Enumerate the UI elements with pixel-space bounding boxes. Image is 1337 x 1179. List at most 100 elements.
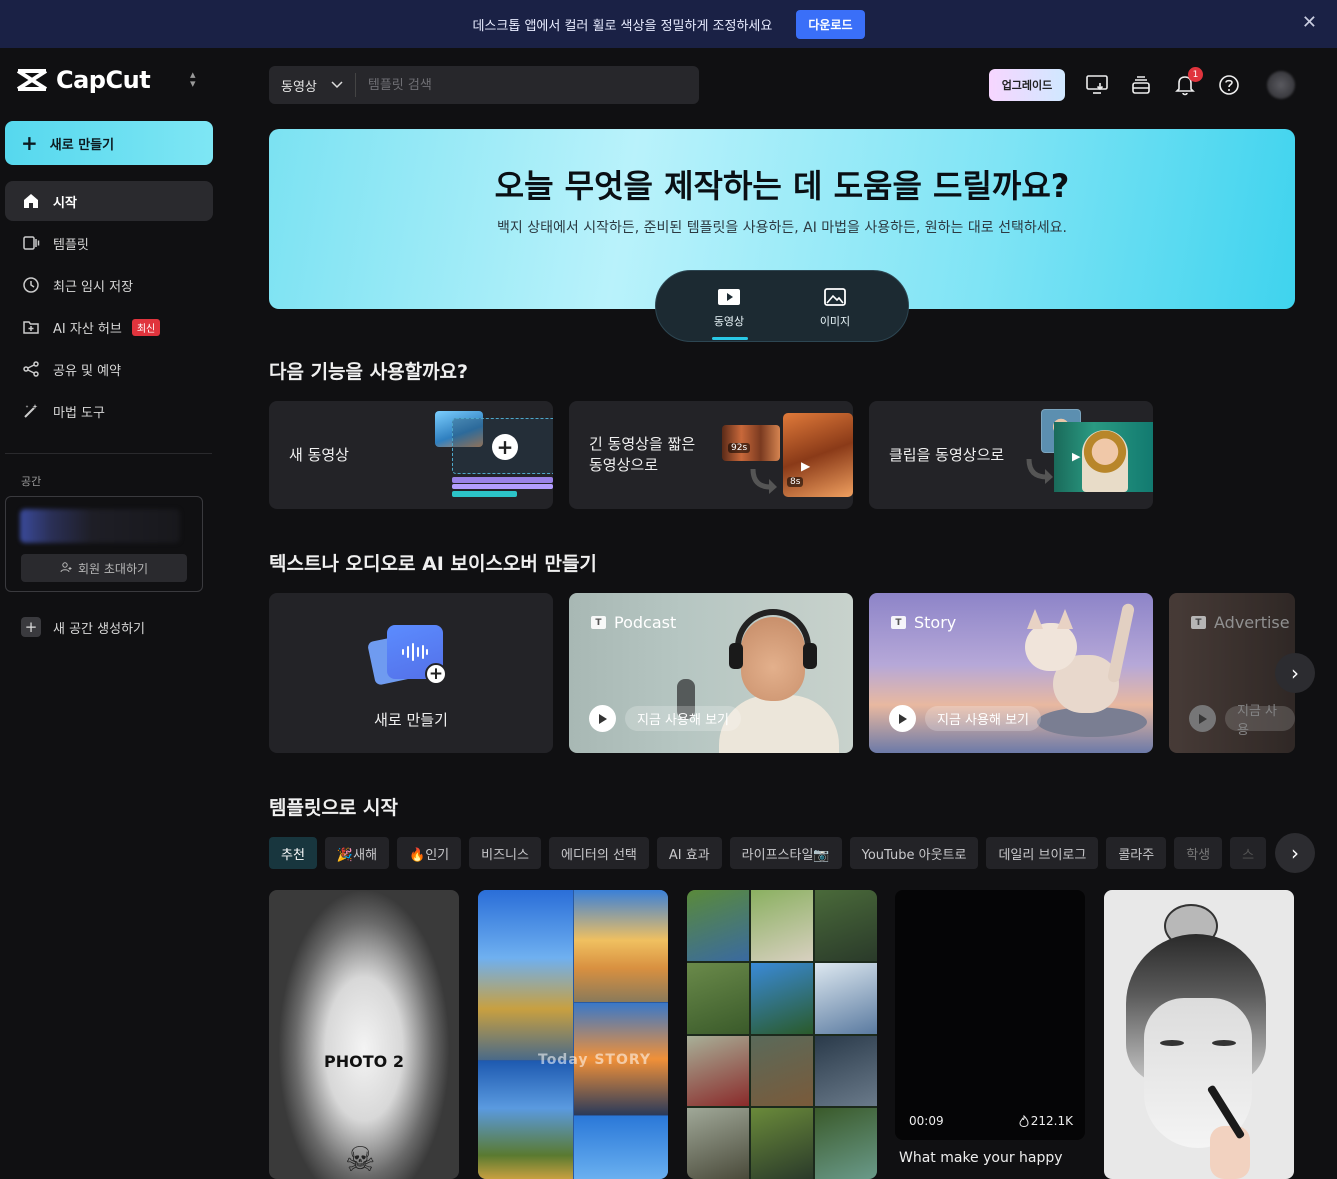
play-button[interactable] xyxy=(889,705,916,732)
skull-icon: ☠ xyxy=(345,1140,376,1179)
sidebar-item-magic-tools[interactable]: 마법 도구 xyxy=(5,391,213,431)
voiceover-tag-label: Advertise xyxy=(1214,613,1290,632)
avatar[interactable] xyxy=(1267,71,1295,99)
play-icon: ▶ xyxy=(801,459,811,473)
workspace-switch-icon[interactable]: ▴ ▾ xyxy=(190,69,196,89)
download-button[interactable]: 다운로드 xyxy=(796,9,865,39)
play-button[interactable] xyxy=(1189,705,1216,732)
text-icon: T xyxy=(891,616,906,629)
video-play-icon xyxy=(718,289,740,305)
voiceover-new-card[interactable]: + 새로 만들기 xyxy=(269,593,553,753)
invite-member-button[interactable]: 회원 초대하기 xyxy=(21,554,187,582)
feature-card-label: 긴 동영상을 짧은 동영상으로 xyxy=(589,435,696,474)
feature-card-clips-to-video[interactable]: 클립을 동영상으로 ▶ xyxy=(869,401,1153,509)
mode-tab-image[interactable]: 이미지 xyxy=(800,287,870,329)
sidebar-nav: 시작 템플릿 최근 임시 저장 AI 자산 허브 최신 공유 및 예약 마법 도… xyxy=(5,181,213,433)
mode-tab-video[interactable]: 동영상 xyxy=(694,287,764,329)
template-card[interactable]: PHOTO 2 ☠ xyxy=(269,890,459,1179)
search-bar: 동영상 xyxy=(269,66,699,104)
close-icon[interactable]: ✕ xyxy=(1302,12,1317,33)
duration-badge-long: 92s xyxy=(728,443,751,453)
template-category-chips: 추천 🎉새해 🔥인기 비즈니스 에디터의 선택 AI 효과 라이프스타일📷 Yo… xyxy=(269,837,1295,869)
usage-count-value: 212.1K xyxy=(1030,1114,1073,1128)
voiceover-tag: T Podcast xyxy=(591,613,676,632)
sidebar-item-label: AI 자산 허브 xyxy=(53,321,122,337)
voiceover-card-podcast[interactable]: T Podcast 지금 사용해 보기 xyxy=(569,593,853,753)
play-icon: ▶ xyxy=(1072,450,1081,463)
feature-card-label: 새 동영상 xyxy=(289,445,349,464)
upgrade-button[interactable]: 업그레이드 xyxy=(989,69,1065,101)
create-new-button[interactable]: + 새로 만들기 xyxy=(5,121,213,165)
capcut-logo[interactable]: CapCut xyxy=(16,66,151,94)
voiceover-new-label: 새로 만들기 xyxy=(374,711,448,729)
help-icon[interactable] xyxy=(1217,73,1241,97)
sketch-portrait-image xyxy=(1104,890,1294,1179)
voiceover-section-title: 텍스트나 오디오로 AI 보이스오버 만들기 xyxy=(269,553,597,575)
template-overlay-text: Today STORY xyxy=(538,1052,652,1068)
sidebar-item-templates[interactable]: 템플릿 xyxy=(5,223,213,263)
promo-banner: 데스크톱 앱에서 컬러 휠로 색상을 정밀하게 조정하세요 다운로드 ✕ xyxy=(0,0,1337,48)
chip-new-year[interactable]: 🎉새해 xyxy=(324,837,390,869)
podcast-host-image xyxy=(709,607,839,753)
template-card[interactable] xyxy=(687,890,877,1179)
long-video-thumbnail: 92s xyxy=(722,425,780,461)
voiceover-tag-label: Podcast xyxy=(614,613,677,632)
chip-editors-pick[interactable]: 에디터의 선택 xyxy=(548,837,649,869)
voiceover-card-story[interactable]: T Story 지금 사용해 보기 xyxy=(869,593,1153,753)
chip-collage[interactable]: 콜라주 xyxy=(1106,837,1167,869)
sidebar-item-home[interactable]: 시작 xyxy=(5,181,213,221)
play-button[interactable] xyxy=(589,705,616,732)
search-input[interactable] xyxy=(355,77,676,93)
chip-business[interactable]: 비즈니스 xyxy=(469,837,541,869)
timeline-track-violet xyxy=(452,484,553,489)
space-card[interactable]: 회원 초대하기 xyxy=(5,496,203,592)
sidebar-item-label: 최근 임시 저장 xyxy=(53,279,134,295)
templates-section-title: 템플릿으로 시작 xyxy=(269,797,398,819)
chevron-down-icon xyxy=(331,78,343,93)
invite-member-label: 회원 초대하기 xyxy=(77,561,149,576)
try-now-button[interactable]: 지금 사용해 보기 xyxy=(625,706,741,731)
template-icon xyxy=(21,233,41,253)
plus-circle-icon: + xyxy=(492,434,518,460)
template-card[interactable]: 00:09 212.1K What make your happy xyxy=(895,890,1085,1179)
sidebar-item-share-schedule[interactable]: 공유 및 예약 xyxy=(5,349,213,389)
search-type-dropdown[interactable]: 동영상 xyxy=(269,73,356,97)
chips-next-arrow-icon[interactable]: › xyxy=(1275,833,1315,873)
try-now-button[interactable]: 지금 사용 xyxy=(1225,704,1295,738)
chip-youtube-outro[interactable]: YouTube 아웃트로 xyxy=(849,837,979,869)
desktop-download-icon[interactable] xyxy=(1085,73,1109,97)
chip-recommended[interactable]: 추천 xyxy=(269,837,317,869)
chip-daily-vlog[interactable]: 데일리 브이로그 xyxy=(986,837,1099,869)
clock-icon xyxy=(21,275,41,295)
template-card[interactable] xyxy=(1104,890,1294,1179)
create-new-label: 새로 만들기 xyxy=(49,137,115,153)
image-icon xyxy=(824,288,846,306)
home-icon xyxy=(21,191,41,211)
space-section-label: 공간 xyxy=(21,475,42,488)
chip-lifestyle[interactable]: 라이프스타일📷 xyxy=(729,837,842,869)
mode-tab-label: 동영상 xyxy=(713,315,745,328)
inbox-stack-icon[interactable] xyxy=(1129,73,1153,97)
feature-card-long-to-short[interactable]: 긴 동영상을 짧은 동영상으로 92s ▶ 8s xyxy=(569,401,853,509)
sidebar: CapCut ▴ ▾ + 새로 만들기 시작 템플릿 최근 임시 저장 AI 자… xyxy=(0,48,228,1179)
sidebar-item-recent-drafts[interactable]: 최근 임시 저장 xyxy=(5,265,213,305)
try-now-button[interactable]: 지금 사용해 보기 xyxy=(925,706,1041,731)
capcut-logo-icon xyxy=(16,69,48,91)
voiceover-tag-label: Story xyxy=(914,613,957,632)
chip-student[interactable]: 학생 xyxy=(1174,837,1223,869)
asset-hub-icon xyxy=(21,317,41,337)
text-icon: T xyxy=(1191,616,1206,629)
audio-wave-icon: + xyxy=(366,625,447,686)
sidebar-item-ai-asset-hub[interactable]: AI 자산 허브 최신 xyxy=(5,307,213,347)
feature-card-new-video[interactable]: 새 동영상 + xyxy=(269,401,553,509)
voiceover-next-arrow-icon[interactable]: › xyxy=(1275,653,1315,693)
sidebar-item-label: 공유 및 예약 xyxy=(53,363,122,379)
collage-photo xyxy=(478,890,573,1060)
voiceover-tag: T Story xyxy=(891,613,956,632)
template-card[interactable]: Today STORY xyxy=(478,890,668,1179)
chip-ai-effects[interactable]: AI 효과 xyxy=(656,837,722,869)
chip-more[interactable]: 스 xyxy=(1230,837,1267,869)
create-space-button[interactable]: + 새 공간 생성하기 xyxy=(21,617,145,637)
chip-popular[interactable]: 🔥인기 xyxy=(397,837,462,869)
create-space-label: 새 공간 생성하기 xyxy=(53,621,145,637)
